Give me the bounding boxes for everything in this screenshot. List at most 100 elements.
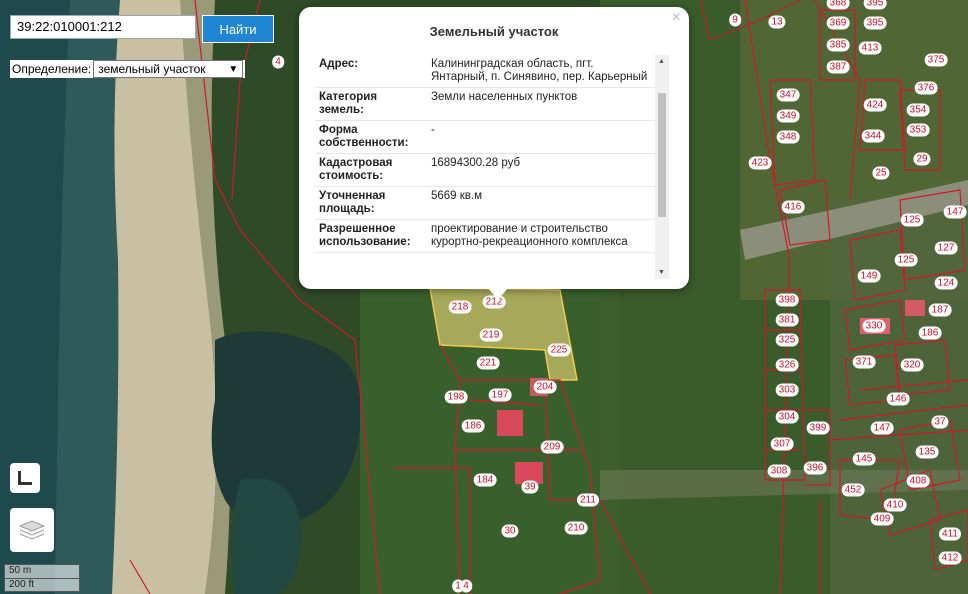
plot-number-label[interactable]: 146	[886, 392, 910, 406]
plot-number-label[interactable]: 353	[906, 123, 930, 137]
measure-button[interactable]	[10, 463, 40, 493]
plot-number-label[interactable]: 371	[852, 355, 876, 369]
property-value: Калининградская область, пгт. Янтарный, …	[427, 55, 655, 88]
plot-number-label[interactable]: 307	[770, 437, 794, 451]
plot-number-label[interactable]: 30	[501, 524, 519, 538]
plot-number-label[interactable]: 225	[547, 343, 571, 357]
parcel-properties-table: Адрес: Калининградская область, пгт. Янта…	[315, 55, 655, 253]
plot-number-label[interactable]: 187	[928, 303, 952, 317]
plot-number-label[interactable]: 398	[775, 293, 799, 307]
plot-number-label[interactable]: 145	[852, 452, 876, 466]
plot-number-label[interactable]: 125	[900, 213, 924, 227]
plot-number-label[interactable]: 396	[803, 461, 827, 475]
plot-number-label[interactable]: 4	[460, 579, 472, 593]
plot-number-label[interactable]: 412	[938, 551, 962, 565]
definition-row: Определение: земельный участок ▼	[10, 60, 246, 78]
plot-number-label[interactable]: 376	[914, 81, 938, 95]
plot-number-label[interactable]: 124	[934, 276, 958, 290]
property-value: 5669 кв.м	[427, 186, 655, 220]
scroll-down-icon[interactable]: ▼	[658, 269, 665, 276]
plot-number-label[interactable]: 186	[461, 419, 485, 433]
plot-number-label[interactable]: 452	[841, 483, 865, 497]
plot-number-label[interactable]: 375	[924, 53, 948, 67]
plot-number-label[interactable]: 39	[521, 480, 539, 494]
plot-number-label[interactable]: 209	[540, 440, 564, 454]
plot-number-label[interactable]: 211	[577, 493, 599, 507]
plot-number-label[interactable]: 347	[776, 88, 800, 102]
definition-select[interactable]: земельный участок ▼	[93, 60, 244, 78]
plot-number-label[interactable]: 387	[826, 60, 850, 74]
plot-number-label[interactable]: 147	[870, 421, 894, 435]
plot-number-label[interactable]: 330	[862, 319, 886, 333]
plot-number-label[interactable]: 344	[861, 129, 885, 143]
plot-number-label[interactable]: 326	[775, 358, 799, 372]
plot-number-label[interactable]: 13	[768, 15, 786, 29]
plot-number-label[interactable]: 304	[775, 410, 799, 424]
plot-number-label[interactable]: 135	[915, 445, 939, 459]
plot-number-label[interactable]: 399	[806, 421, 830, 435]
plot-number-label[interactable]: 424	[863, 98, 887, 112]
cadastral-search-input[interactable]: 39:22:010001:212	[10, 15, 196, 39]
plot-number-label[interactable]: 29	[913, 152, 931, 166]
plot-number-label[interactable]: 320	[900, 358, 924, 372]
property-key: Кадастровая стоимость:	[315, 153, 427, 187]
plot-number-label[interactable]: 368	[826, 0, 850, 10]
plot-number-label[interactable]: 147	[943, 205, 967, 219]
plot-number-label[interactable]: 409	[870, 512, 894, 526]
plot-number-label[interactable]: 210	[564, 521, 588, 535]
popup-body: Адрес: Калининградская область, пгт. Янта…	[315, 55, 655, 279]
plot-number-label[interactable]: 221	[476, 356, 500, 370]
plot-number-label[interactable]: 354	[906, 103, 930, 117]
close-icon[interactable]: ×	[672, 9, 681, 27]
plot-number-label[interactable]: 125	[894, 253, 918, 267]
plot-number-label[interactable]: 37	[931, 415, 949, 429]
plot-number-label[interactable]: 349	[776, 109, 800, 123]
plot-number-label[interactable]: 218	[448, 300, 472, 314]
plot-number-label[interactable]: 416	[781, 200, 805, 214]
plot-number-label[interactable]: 369	[826, 16, 850, 30]
property-value: Земли населенных пунктов	[427, 87, 655, 121]
plot-number-label[interactable]: 204	[533, 380, 557, 394]
plot-number-label[interactable]: 4	[272, 55, 284, 69]
property-value: проектирование и строительство курортно-…	[427, 219, 655, 253]
plot-number-label[interactable]: 308	[767, 464, 791, 478]
scroll-thumb[interactable]	[658, 93, 666, 217]
parcel-info-popup: Земельный участок × Адрес: Калининградска…	[299, 7, 689, 289]
property-key: Разрешенное использование:	[315, 219, 427, 253]
plot-number-label[interactable]: 410	[883, 498, 907, 512]
plot-number-label[interactable]: 395	[863, 16, 887, 30]
layers-icon	[18, 520, 46, 540]
popup-pointer	[488, 288, 508, 300]
search-button[interactable]: Найти	[202, 15, 274, 43]
plot-number-label[interactable]: 149	[857, 269, 881, 283]
plot-number-label[interactable]: 381	[775, 313, 799, 327]
property-key: Уточненная площадь:	[315, 186, 427, 220]
chevron-down-icon: ▼	[228, 63, 239, 75]
plot-number-label[interactable]: 348	[776, 130, 800, 144]
plot-number-label[interactable]: 411	[939, 527, 961, 541]
layers-button[interactable]	[10, 508, 54, 552]
plot-number-label[interactable]: 197	[488, 388, 512, 402]
plot-number-label[interactable]: 184	[473, 473, 497, 487]
plot-number-label[interactable]: 413	[858, 41, 882, 55]
table-row: Адрес: Калининградская область, пгт. Янта…	[315, 55, 655, 88]
plot-number-label[interactable]: 186	[918, 326, 942, 340]
plot-number-label[interactable]: 9	[729, 13, 741, 27]
plot-number-label[interactable]: 25	[872, 166, 890, 180]
search-box: 39:22:010001:212 Найти	[10, 15, 274, 43]
plot-number-label[interactable]: 423	[748, 156, 772, 170]
plot-number-label[interactable]: 325	[775, 333, 799, 347]
plot-number-label[interactable]: 303	[775, 383, 799, 397]
scale-metric: 50 m	[4, 564, 80, 579]
scroll-up-icon[interactable]: ▲	[658, 58, 665, 65]
table-row: Разрешенное использование: проектирование…	[315, 219, 655, 253]
popup-scrollbar[interactable]: ▲ ▼	[655, 55, 669, 279]
plot-number-label[interactable]: 385	[826, 38, 850, 52]
plot-number-label[interactable]: 127	[934, 241, 958, 255]
plot-number-label[interactable]: 219	[479, 328, 503, 342]
plot-number-label[interactable]: 395	[863, 0, 887, 10]
table-row: Кадастровая стоимость: 16894300.28 руб	[315, 153, 655, 187]
plot-number-label[interactable]: 198	[444, 390, 468, 404]
plot-number-label[interactable]: 408	[906, 474, 930, 488]
table-row: Форма собственности: -	[315, 120, 655, 154]
